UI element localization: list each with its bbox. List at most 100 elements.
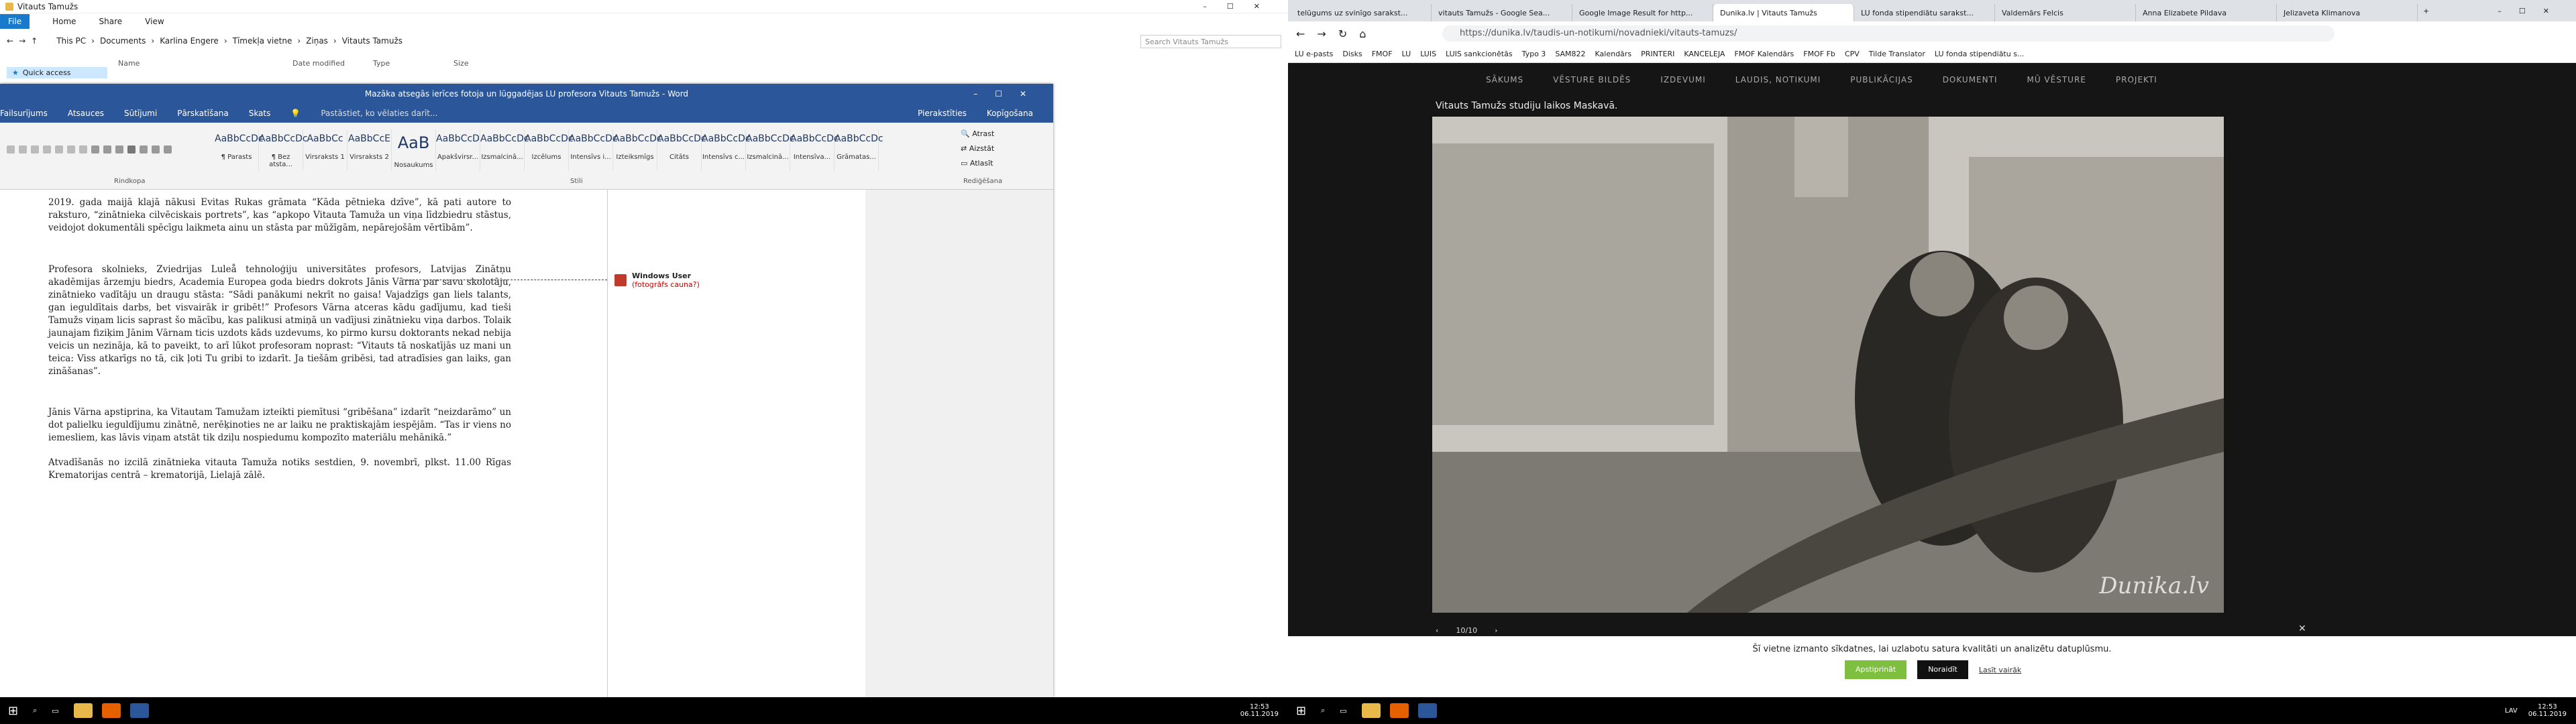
comment-bubble[interactable]: Windows User (fotogrāfs cauna?) <box>614 272 700 289</box>
browser-tab-2[interactable]: Google Image Result for http... <box>1572 4 1713 21</box>
replace-button[interactable]: ⇄ Aizstāt <box>961 141 994 156</box>
style-9[interactable]: AaBbCcDc Izteiksmīgs <box>613 129 662 171</box>
site-nav-2[interactable]: IZDEVUMI <box>1660 75 1705 84</box>
task-view-icon[interactable]: ▭ <box>52 707 58 715</box>
word-task-icon-2[interactable] <box>1417 703 1437 718</box>
style-8[interactable]: AaBbCcDc Intensīvs i... <box>569 129 618 171</box>
read-more-link[interactable]: Lasīt vairāk <box>1979 666 2021 674</box>
style-0[interactable]: AaBbCcDc ¶ Parasts <box>215 129 264 171</box>
numbering-icon[interactable] <box>19 145 27 154</box>
align-center-icon[interactable] <box>103 145 111 154</box>
style-13[interactable]: AaBbCcDc Intensīva... <box>790 129 839 171</box>
multilevel-icon[interactable] <box>31 145 39 154</box>
bookmark-3[interactable]: LU <box>1402 50 1411 58</box>
close-gallery-icon[interactable]: ✕ <box>2298 623 2306 634</box>
bookmark-1[interactable]: Disks <box>1342 50 1362 58</box>
pilcrow-icon[interactable] <box>79 145 87 154</box>
up-arrow-icon[interactable]: ↑ <box>31 36 38 46</box>
window-controls[interactable]: –☐✕ <box>1203 2 1280 11</box>
style-1[interactable]: AaBbCcDc ¶ Bez atsta... <box>259 129 308 171</box>
browser-tab-4[interactable]: LU fonda stipendiātu sarakst... <box>1854 4 1995 21</box>
col-name[interactable]: Name <box>118 59 140 68</box>
site-nav-7[interactable]: PROJEKTI <box>2116 75 2157 84</box>
reload-icon[interactable]: ↻ <box>1338 27 1347 40</box>
style-10[interactable]: AaBbCcDc Citāts <box>657 129 706 171</box>
style-7[interactable]: AaBbCcDc Izcēlums <box>525 129 574 171</box>
bookmark-7[interactable]: SAM822 <box>1555 50 1585 58</box>
style-11[interactable]: AaBbCcDc Intensīvs c... <box>702 129 751 171</box>
crumb-1[interactable]: Documents <box>100 36 146 46</box>
browser-tab-1[interactable]: vitauts Tamužs - Google Sea... <box>1432 4 1572 21</box>
document-page[interactable]: 2019. gada maijā klajā nākusi Evitas Ruk… <box>0 190 865 697</box>
browser-tab-5[interactable]: Valdemārs Felcis <box>1995 4 2136 21</box>
bookmark-0[interactable]: LU e-pasts <box>1295 50 1333 58</box>
tab-review[interactable]: Pārskatīšana <box>177 109 228 118</box>
ribbon-tab-file[interactable]: File <box>0 14 30 29</box>
align-left-icon[interactable] <box>91 145 99 154</box>
bookmark-14[interactable]: Tilde Translator <box>1869 50 1925 58</box>
accept-cookies-button[interactable]: Apstiprināt <box>1845 660 1907 679</box>
tab-references[interactable]: Failsurījums <box>0 109 48 118</box>
ribbon-tab-view[interactable]: View <box>145 17 164 26</box>
sort-icon[interactable] <box>67 145 75 154</box>
start-icon-2[interactable]: ⊞ <box>1296 704 1306 718</box>
bookmark-10[interactable]: KANCELEJA <box>1684 50 1725 58</box>
browser-tab-7[interactable]: Jelizaveta Klimanova <box>2277 4 2418 21</box>
language-indicator[interactable]: LAV <box>2505 707 2518 715</box>
bookmark-5[interactable]: LUIS sankcionētās <box>1446 50 1513 58</box>
browser-tab-6[interactable]: Anna Elizabete Pildava <box>2136 4 2277 21</box>
style-12[interactable]: AaBbCcDc Izsmalcinā... <box>746 129 795 171</box>
site-nav-4[interactable]: PUBLIKĀCIJAS <box>1850 75 1913 84</box>
shading-icon[interactable] <box>152 145 160 154</box>
site-nav-5[interactable]: DOKUMENTI <box>1943 75 1998 84</box>
forward-icon[interactable]: → <box>1317 27 1326 40</box>
site-nav-6[interactable]: MŪ VĒSTURE <box>2027 75 2086 84</box>
tab-mailings[interactable]: Sūtījumi <box>124 109 157 118</box>
bookmark-2[interactable]: FMOF <box>1372 50 1393 58</box>
clock-left[interactable]: 12:53 06.11.2019 <box>1240 703 1279 718</box>
tab-view[interactable]: Skats <box>249 109 271 118</box>
bookmark-9[interactable]: PRINTERI <box>1641 50 1674 58</box>
crumb-2[interactable]: Karlina Engere <box>160 36 219 46</box>
firefox-task-icon-2[interactable] <box>1389 703 1409 718</box>
share-button[interactable]: Kopīgošana <box>987 109 1033 118</box>
next-arrow-icon[interactable]: › <box>1495 626 1497 635</box>
increase-indent-icon[interactable] <box>55 145 63 154</box>
search-icon-2[interactable]: ⌕ <box>1321 706 1325 715</box>
firefox-task-icon[interactable] <box>101 703 121 718</box>
crumb-4[interactable]: Ziņas <box>306 36 328 46</box>
tell-me-input[interactable]: Pastāstiet, ko vēlaties darīt... <box>321 109 437 118</box>
site-nav-3[interactable]: LAUDIS, NOTIKUMI <box>1735 75 1821 84</box>
bookmark-6[interactable]: Typo 3 <box>1522 50 1546 58</box>
explorer-task-icon-2[interactable] <box>1361 703 1381 718</box>
new-tab-icon[interactable]: + <box>2423 7 2429 15</box>
quick-access[interactable]: ★ Quick access <box>7 67 107 78</box>
search-icon[interactable]: ⌕ <box>33 706 37 715</box>
bookmark-15[interactable]: LU fonda stipendiātu s... <box>1935 50 2025 58</box>
style-6[interactable]: AaBbCcDc Izsmalcinā... <box>480 129 529 171</box>
bookmark-13[interactable]: CPV <box>1845 50 1860 58</box>
browser-tab-active[interactable]: Dunika.lv | Vitauts Tamužs <box>1713 4 1854 21</box>
bookmark-4[interactable]: LUIS <box>1420 50 1436 58</box>
clock-right[interactable]: 12:53 06.11.2019 <box>2528 703 2567 718</box>
borders-icon[interactable] <box>164 145 172 154</box>
sign-in-link[interactable]: Pierakstīties <box>918 109 967 118</box>
word-window-controls[interactable]: –☐✕ <box>973 89 1044 99</box>
align-right-icon[interactable] <box>115 145 123 154</box>
bookmark-12[interactable]: FMOF Fb <box>1803 50 1835 58</box>
explorer-address-bar[interactable]: ← → ↑ This PC › Documents › Karlina Engere… <box>0 32 1288 50</box>
back-icon[interactable]: ← <box>1296 27 1305 40</box>
start-icon[interactable]: ⊞ <box>8 704 18 718</box>
task-view-icon-2[interactable]: ▭ <box>1340 707 1346 715</box>
justify-icon[interactable] <box>127 145 136 154</box>
tab-references2[interactable]: Atsauces <box>68 109 104 118</box>
forward-arrow-icon[interactable]: → <box>19 36 25 46</box>
url-bar[interactable]: https://dunika.lv/taudis-un-notikumi/nov… <box>1442 25 2334 42</box>
reject-cookies-button[interactable]: Noraidīt <box>1917 660 1968 679</box>
site-nav-0[interactable]: SĀKUMS <box>1486 75 1523 84</box>
explorer-search-input[interactable]: Search Vitauts Tamužs <box>1140 35 1281 48</box>
style-2[interactable]: AaBbCc Virsraksts 1 <box>303 129 347 171</box>
home-icon[interactable]: ⌂ <box>1359 27 1366 40</box>
select-button[interactable]: ▭ Atlasīt <box>961 156 994 171</box>
col-size[interactable]: Size <box>453 59 469 68</box>
